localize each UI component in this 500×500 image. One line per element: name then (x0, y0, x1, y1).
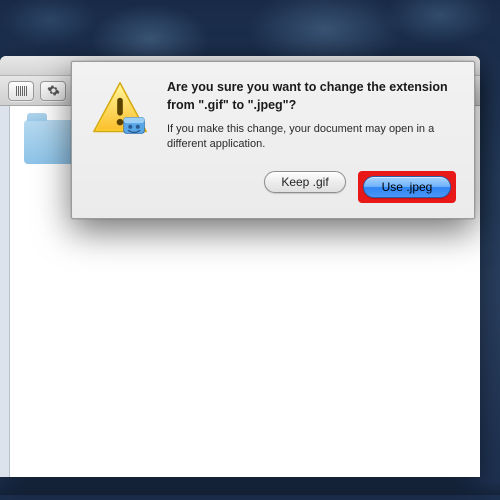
warning-icon (90, 79, 150, 139)
toolbar-view-button[interactable] (8, 81, 34, 101)
decorative-shadow (0, 481, 500, 495)
dialog-heading: Are you sure you want to change the exte… (167, 79, 456, 114)
extension-change-dialog: Are you sure you want to change the exte… (71, 61, 475, 219)
dialog-message: If you make this change, your document m… (167, 122, 456, 153)
sidebar (0, 106, 10, 477)
highlight-annotation: Use .jpeg (358, 171, 456, 203)
keep-extension-button[interactable]: Keep .gif (264, 171, 346, 193)
gear-icon (47, 84, 60, 97)
barcode-icon (16, 86, 27, 96)
use-extension-button[interactable]: Use .jpeg (363, 176, 451, 198)
toolbar-action-button[interactable] (40, 81, 66, 101)
